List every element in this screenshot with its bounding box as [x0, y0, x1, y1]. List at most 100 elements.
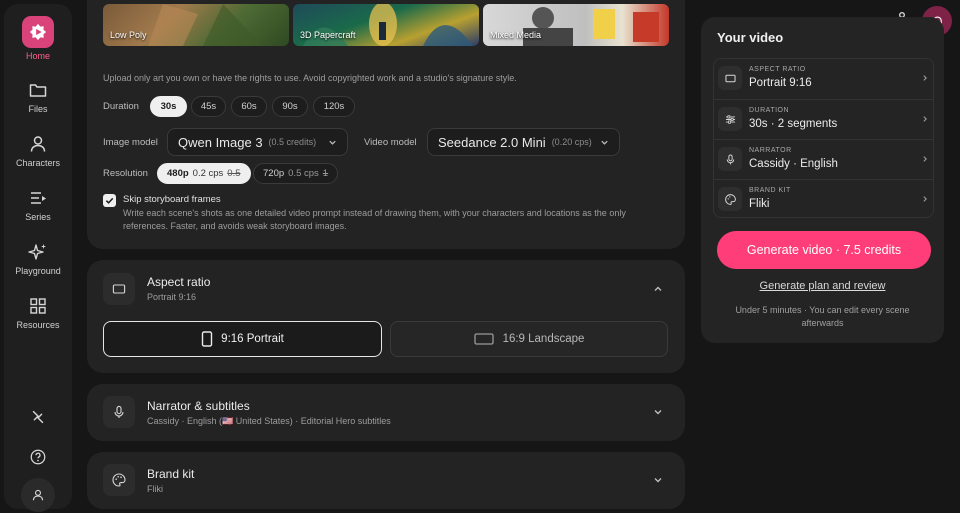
resolution-old-rate: 1: [322, 168, 329, 179]
sidebar-item-label: Resources: [16, 320, 60, 330]
sparkle-icon: [28, 244, 46, 260]
chevron-right-icon: [923, 156, 927, 162]
image-model-select[interactable]: Qwen Image 3 (0.5 credits): [167, 128, 348, 156]
skip-storyboard-description: Write each scene's shots as one detailed…: [123, 208, 626, 231]
checkmark-icon: [105, 197, 114, 204]
aspect-ratio-title: Aspect ratio: [147, 275, 211, 289]
narrator-icon-tile: [103, 396, 135, 428]
chevron-right-icon: [923, 196, 927, 202]
chevron-right-icon: [923, 75, 927, 81]
duration-chip-90s[interactable]: 90s: [272, 96, 308, 117]
series-icon: [31, 192, 46, 204]
sidebar: Home Files Characters Series Playground …: [4, 4, 72, 512]
profile-icon: [32, 489, 44, 501]
summary-item-value: 30s · 2 segments: [749, 118, 838, 130]
resolution-chip-720p[interactable]: 720p 0.5 cps 1: [253, 163, 339, 184]
help-icon: [30, 449, 46, 465]
help-button[interactable]: [4, 448, 72, 471]
duration-chip-60s[interactable]: 60s: [231, 96, 267, 117]
mic-icon: [114, 405, 124, 418]
generate-plan-link[interactable]: Generate plan and review: [701, 280, 944, 292]
summary-narrator[interactable]: NARRATOR Cassidy · English: [714, 139, 933, 179]
image-model-value: Qwen Image 3: [178, 134, 263, 150]
resolution-chip-480p[interactable]: 480p 0.2 cps 0.5: [157, 163, 251, 184]
portrait-option-label: 9:16 Portrait: [221, 333, 284, 345]
duration-label: Duration: [103, 101, 139, 112]
video-model-label: Video model: [364, 137, 417, 148]
chevron-down-icon[interactable]: [653, 475, 663, 485]
resolution-name: 720p: [263, 168, 285, 179]
resolution-name: 480p: [167, 168, 189, 179]
integrations-button[interactable]: [4, 408, 72, 431]
palette-icon: [112, 473, 126, 487]
generate-video-button[interactable]: Generate video · 7.5 credits: [717, 231, 931, 269]
image-model-label: Image model: [103, 137, 158, 148]
chevron-down-icon: [601, 140, 608, 145]
summary-item-label: NARRATOR: [749, 147, 792, 154]
palette-icon: [718, 187, 742, 211]
generation-time-note: Under 5 minutes · You can edit every sce…: [735, 305, 910, 328]
summary-brand-kit[interactable]: BRAND KIT Fliki: [714, 179, 933, 217]
duration-chip-120s[interactable]: 120s: [313, 96, 355, 117]
duration-chip-30s[interactable]: 30s: [150, 96, 187, 117]
resolution-label: Resolution: [103, 168, 148, 179]
profile-wrap: [4, 478, 72, 512]
video-summary-panel: Your video ASPECT RATIO Portrait 9:16 DU…: [701, 17, 944, 343]
summary-item-value: Fliki: [749, 198, 770, 210]
landscape-frame-icon: [473, 333, 494, 345]
style-thumb-mixed-media[interactable]: Mixed Media: [483, 4, 669, 46]
sidebar-item-label: Series: [25, 212, 51, 222]
aspect-icon: [718, 66, 742, 90]
narrator-section[interactable]: Narrator & subtitles Cassidy · English (…: [87, 384, 685, 441]
duration-chip-45s[interactable]: 45s: [191, 96, 226, 117]
landscape-option[interactable]: 16:9 Landscape: [390, 321, 668, 357]
summary-item-value: Cassidy · English: [749, 158, 838, 170]
chevron-up-icon[interactable]: [653, 284, 663, 294]
sidebar-item-label: Files: [28, 104, 48, 114]
profile-button[interactable]: [21, 478, 55, 512]
upload-rights-note: Upload only art you own or have the righ…: [103, 73, 517, 83]
aspect-ratio-icon: [112, 284, 126, 294]
sidebar-item-home[interactable]: Home: [4, 16, 72, 61]
sidebar-item-series[interactable]: Series: [4, 188, 72, 222]
summary-item-value: Portrait 9:16: [749, 77, 812, 89]
aspect-ratio-section: Aspect ratio Portrait 9:16 9:16 Portrait…: [87, 260, 685, 373]
image-model-credits: (0.5 credits): [268, 137, 317, 147]
folder-icon: [29, 84, 47, 97]
aspect-ratio-icon-tile: [103, 273, 135, 305]
video-model-select[interactable]: Seedance 2.0 Mini (0.20 cps): [427, 128, 620, 156]
chevron-down-icon: [329, 140, 336, 145]
sliders-icon: [718, 107, 742, 131]
grid-icon: [30, 298, 46, 314]
narrator-subtitle: Cassidy · English (🇺🇸 United States) · E…: [147, 416, 391, 426]
skip-storyboard-checkbox[interactable]: [103, 194, 116, 207]
brand-kit-section[interactable]: Brand kit Fliki: [87, 452, 685, 509]
style-thumb-label: 3D Papercraft: [300, 30, 356, 40]
style-thumb-low-poly[interactable]: Low Poly: [103, 4, 289, 46]
summary-item-label: BRAND KIT: [749, 187, 791, 194]
brand-kit-icon-tile: [103, 464, 135, 496]
sidebar-item-files[interactable]: Files: [4, 80, 72, 114]
sidebar-item-label: Characters: [15, 158, 60, 168]
style-thumb-3d-papercraft[interactable]: 3D Papercraft: [293, 4, 479, 46]
summary-aspect-ratio[interactable]: ASPECT RATIO Portrait 9:16: [714, 59, 933, 99]
summary-duration[interactable]: DURATION 30s · 2 segments: [714, 99, 933, 139]
sidebar-item-characters[interactable]: Characters: [4, 134, 72, 168]
chevron-right-icon: [923, 116, 927, 122]
integrations-icon: [32, 410, 44, 424]
chevron-down-icon[interactable]: [653, 407, 663, 417]
sidebar-item-resources[interactable]: Resources: [4, 296, 72, 330]
portrait-option[interactable]: 9:16 Portrait: [103, 321, 382, 357]
summary-title: Your video: [717, 30, 784, 45]
narrator-title: Narrator & subtitles: [147, 399, 250, 413]
generation-settings-panel: Low Poly 3D Papercraft Mixed Media Uploa…: [87, 0, 685, 249]
person-icon: [30, 136, 46, 152]
skip-storyboard-title: Skip storyboard frames: [123, 194, 221, 205]
brand-kit-title: Brand kit: [147, 467, 195, 481]
sidebar-item-playground[interactable]: Playground: [4, 242, 72, 276]
home-icon: [22, 16, 54, 48]
mic-icon: [718, 147, 742, 171]
style-thumb-label: Mixed Media: [490, 30, 542, 40]
resolution-rate: 0.5 cps: [288, 168, 319, 179]
brand-kit-subtitle: Fliki: [147, 484, 163, 494]
